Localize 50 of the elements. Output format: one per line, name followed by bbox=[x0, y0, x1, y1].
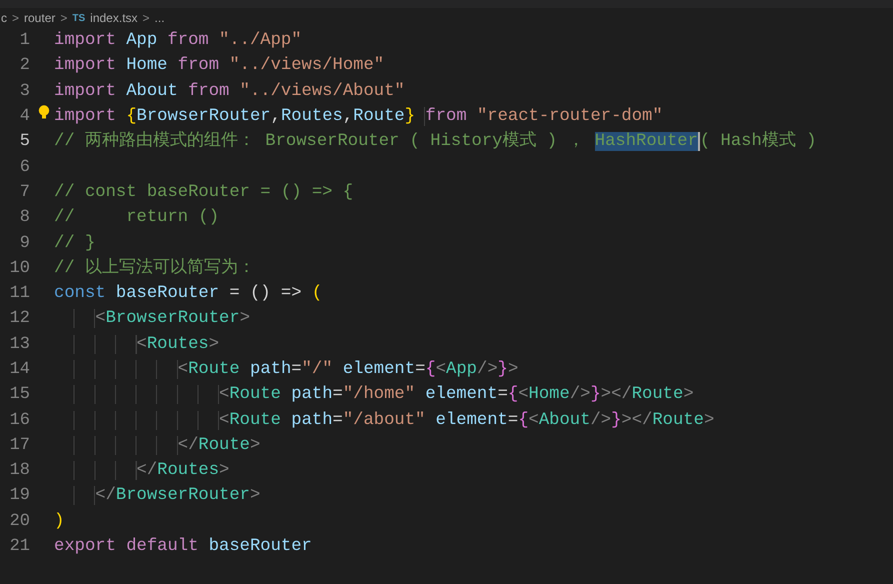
line-number: 5 bbox=[18, 132, 30, 152]
chevron-separator: > bbox=[12, 11, 20, 25]
code-line: import Home from "../views/Home" bbox=[54, 55, 384, 78]
code-line: </Routes> bbox=[54, 458, 230, 484]
line-number: 14 bbox=[8, 360, 30, 379]
line-number: 8 bbox=[18, 208, 30, 228]
line-number: 2 bbox=[18, 56, 30, 76]
typescript-file-icon: TS bbox=[72, 12, 86, 24]
line-number: 10 bbox=[8, 258, 30, 278]
code-line: <Routes> bbox=[54, 332, 220, 357]
line-number: 7 bbox=[18, 182, 30, 202]
chevron-separator: > bbox=[142, 11, 150, 25]
line-number: 21 bbox=[8, 537, 30, 556]
lightbulb-icon[interactable] bbox=[38, 104, 50, 120]
line-number: 16 bbox=[8, 410, 30, 430]
code-line: <BrowserRouter> bbox=[54, 306, 250, 332]
code-line: <Route path="/home" element={<Home/>}></Route> bbox=[54, 382, 694, 408]
line-number: 6 bbox=[18, 158, 30, 177]
code-line: // 两种路由模式的组件： BrowserRouter ( History模式 ) ， HashRouter( Hash模式 ) bbox=[54, 130, 816, 154]
line-number: 20 bbox=[8, 512, 30, 531]
line-number: 12 bbox=[8, 309, 30, 328]
breadcrumb-item[interactable]: index.tsx bbox=[90, 11, 138, 25]
line-number: 15 bbox=[8, 385, 30, 404]
line-number: 17 bbox=[8, 436, 30, 455]
code-line: <Route path="/" element={<App/>}> bbox=[54, 357, 518, 382]
code-line: </BrowserRouter> bbox=[54, 483, 260, 508]
chevron-separator: > bbox=[60, 11, 68, 25]
code-line: // } bbox=[54, 232, 96, 255]
breadcrumb-item[interactable]: ... bbox=[154, 11, 165, 25]
line-number: 18 bbox=[8, 461, 30, 480]
code-line: // return () bbox=[54, 207, 220, 230]
code-line: // 以上写法可以简写为： bbox=[54, 257, 255, 280]
line-number: 11 bbox=[8, 284, 30, 304]
code-line: ) bbox=[54, 510, 64, 533]
breadcrumb-item[interactable]: router bbox=[24, 11, 56, 25]
code-line: import {BrowserRouter,Routes,Route} from "react-router-dom" bbox=[54, 106, 663, 128]
code-line: export default baseRouter bbox=[54, 536, 312, 558]
breadcrumb-item[interactable]: c bbox=[1, 11, 7, 25]
code-line: </Route> bbox=[54, 432, 260, 458]
line-number: 1 bbox=[18, 31, 30, 50]
code-line: // const baseRouter = () => { bbox=[54, 182, 354, 204]
line-number: 13 bbox=[8, 334, 30, 354]
code-line: import App from "../App" bbox=[54, 30, 302, 52]
line-number: 4 bbox=[18, 107, 30, 126]
line-number: 9 bbox=[18, 234, 30, 253]
line-number: 3 bbox=[18, 82, 30, 101]
code-line: <Route path="/about" element={<About/>}></Route> bbox=[54, 408, 714, 433]
line-number: 19 bbox=[8, 486, 30, 506]
code-line: import About from "../views/About" bbox=[54, 80, 405, 103]
code-line: const baseRouter = () => ( bbox=[54, 283, 322, 306]
